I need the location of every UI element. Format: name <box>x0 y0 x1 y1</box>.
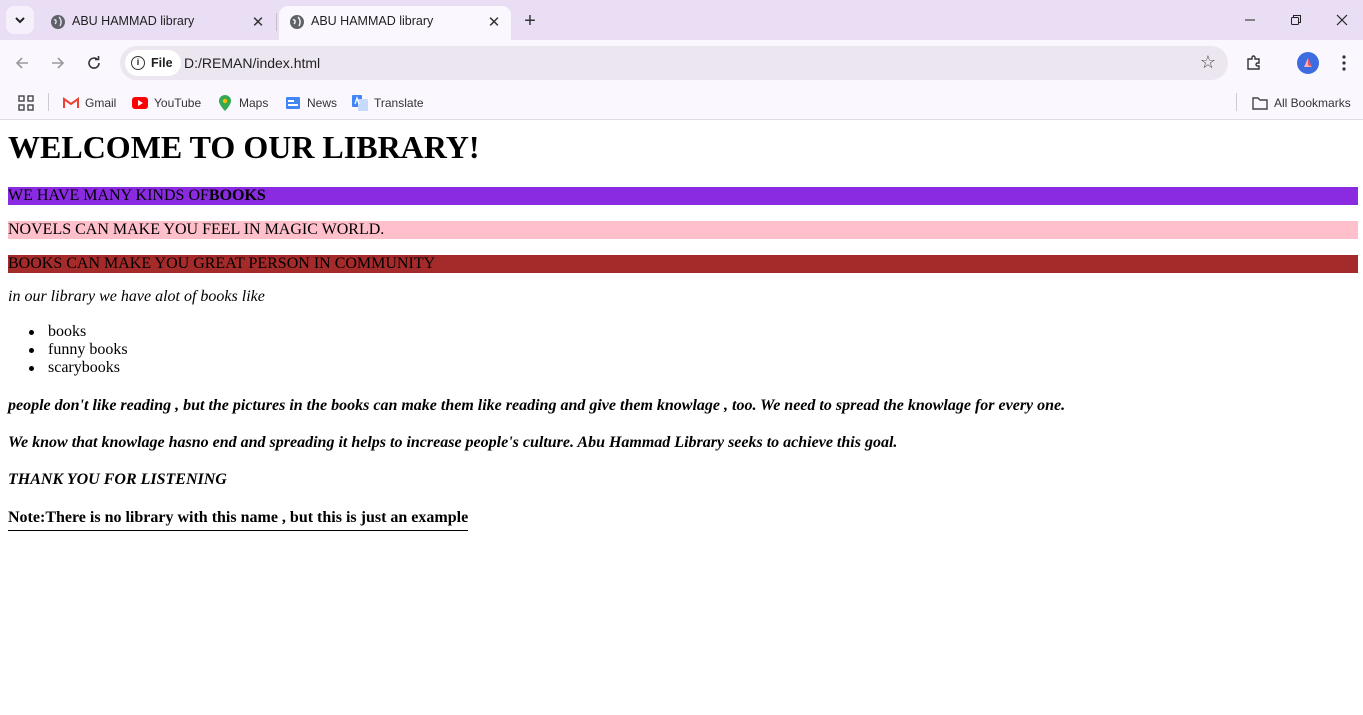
arrow-left-icon <box>15 57 28 69</box>
bookmark-label: Maps <box>239 96 269 110</box>
back-button[interactable] <box>8 49 36 77</box>
bookmark-gmail[interactable]: Gmail <box>63 92 116 114</box>
bookmark-label: Translate <box>374 96 424 110</box>
apps-button[interactable] <box>18 92 34 114</box>
close-window-button[interactable] <box>1319 0 1363 40</box>
extensions-button[interactable] <box>1240 49 1268 77</box>
bookmark-star-icon[interactable]: ☆ <box>1200 52 1216 73</box>
globe-icon <box>51 15 65 29</box>
tab-strip: ABU HAMMAD library ✕ ABU HAMMAD library … <box>0 0 1363 40</box>
bookmarks-separator <box>1236 93 1237 111</box>
minimize-icon <box>1245 19 1255 21</box>
avatar <box>1297 52 1319 74</box>
maps-icon <box>217 95 233 111</box>
novels-text: NOVELS CAN MAKE YOU FEEL IN MAGIC WORLD. <box>8 221 385 238</box>
page-content: WELCOME TO OUR LIBRARY! WE HAVE MANY KIN… <box>0 121 1363 715</box>
bookmark-translate[interactable]: Translate <box>352 92 424 114</box>
news-icon <box>285 95 301 111</box>
book-types-list: books funny books scarybooks <box>29 323 128 377</box>
restore-icon <box>1291 15 1301 25</box>
menu-button[interactable] <box>1330 49 1358 77</box>
bookmark-youtube[interactable]: YouTube <box>132 92 201 114</box>
community-text: BOOKS CAN MAKE YOU GREAT PERSON IN COMMU… <box>8 255 436 272</box>
profile-avatar-icon <box>1304 58 1312 67</box>
gmail-icon <box>63 95 79 111</box>
address-bar[interactable]: i File D:/REMAN/index.html ☆ <box>120 46 1228 80</box>
puzzle-icon <box>1247 55 1260 70</box>
browser-toolbar: i File D:/REMAN/index.html ☆ <box>0 40 1363 86</box>
page-title: WELCOME TO OUR LIBRARY! <box>8 129 480 165</box>
close-tab-icon[interactable]: ✕ <box>485 13 503 31</box>
youtube-icon <box>132 95 148 111</box>
reload-icon <box>88 56 100 69</box>
restore-button[interactable] <box>1273 0 1319 40</box>
globe-icon <box>290 15 304 29</box>
tab-search-button[interactable] <box>6 6 34 34</box>
novels-banner: NOVELS CAN MAKE YOU FEEL IN MAGIC WORLD. <box>8 221 1358 239</box>
list-item: scarybooks <box>29 359 128 377</box>
bookmark-maps[interactable]: Maps <box>217 92 268 114</box>
folder-icon <box>1252 95 1268 111</box>
bookmarks-separator <box>48 93 49 111</box>
community-banner: BOOKS CAN MAKE YOU GREAT PERSON IN COMMU… <box>8 255 1358 273</box>
all-bookmarks-label: All Bookmarks <box>1274 96 1351 110</box>
list-item: books <box>29 323 128 341</box>
bookmark-label: News <box>307 96 338 110</box>
tab-title: ABU HAMMAD library <box>311 14 434 28</box>
bookmark-news[interactable]: News <box>285 92 337 114</box>
close-icon <box>1336 14 1348 26</box>
info-icon: i <box>131 56 145 70</box>
bookmark-label: Gmail <box>85 96 117 110</box>
tab-1[interactable]: ABU HAMMAD library ✕ <box>40 6 275 40</box>
kinds-bold-text: BOOKS <box>208 187 266 204</box>
kinds-text: WE HAVE MANY KINDS OF <box>8 187 209 204</box>
scheme-label: File <box>151 56 173 70</box>
kebab-menu-icon <box>1342 55 1346 71</box>
site-info-chip[interactable]: i File <box>125 50 181 76</box>
new-tab-button[interactable]: + <box>518 9 542 33</box>
thanks-text: THANK YOU FOR LISTENING <box>8 471 227 488</box>
minimize-button[interactable] <box>1227 0 1273 40</box>
forward-button[interactable] <box>44 49 72 77</box>
tab-title: ABU HAMMAD library <box>72 14 195 28</box>
arrow-right-icon <box>52 57 65 69</box>
reload-button[interactable] <box>80 49 108 77</box>
profile-button[interactable] <box>1294 49 1322 77</box>
tab-separator <box>276 13 277 31</box>
chevron-down-icon <box>15 17 25 24</box>
list-item: funny books <box>29 341 128 358</box>
knowledge-paragraph: We know that knowlage hasno end and spre… <box>8 434 898 451</box>
translate-icon <box>352 95 368 111</box>
note-text: Note:There is no library with this name … <box>8 509 469 531</box>
kinds-banner: WE HAVE MANY KINDS OFBOOKS <box>8 187 1358 205</box>
tab-2-active[interactable]: ABU HAMMAD library ✕ <box>279 6 511 40</box>
apps-grid-icon <box>18 95 34 111</box>
all-bookmarks-button[interactable]: All Bookmarks <box>1252 92 1351 114</box>
intro-text: in our library we have alot of books lik… <box>8 288 265 305</box>
reading-paragraph: people don't like reading , but the pict… <box>8 397 1066 414</box>
bookmark-label: YouTube <box>154 96 202 110</box>
bookmarks-bar: Gmail YouTube Maps News Translate All Bo… <box>0 86 1363 120</box>
url-text[interactable]: D:/REMAN/index.html <box>184 55 320 71</box>
close-tab-icon[interactable]: ✕ <box>249 13 267 31</box>
